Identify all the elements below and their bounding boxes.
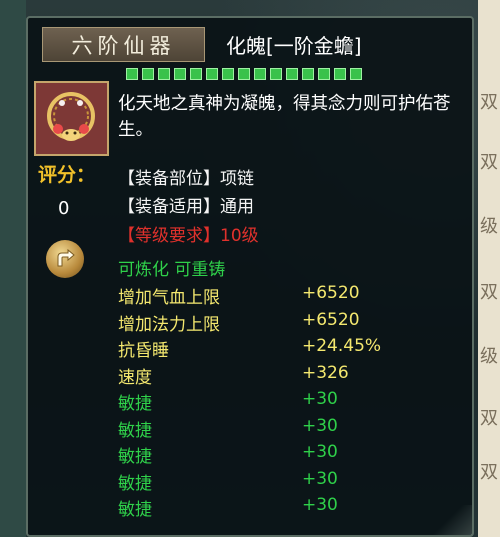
right-char: 级 [480,346,498,367]
usage-info: 【装备适用】通用 [118,197,254,217]
quality-segment [334,68,346,80]
stat-name: 敏捷 [118,420,152,441]
quality-segment [286,68,298,80]
right-side-panel: 双 双 级 双 级 双 双 [478,0,500,537]
stat-row: 增加法力上限 +6520 [118,310,458,335]
quality-segment [302,68,314,80]
stat-name: 抗昏睡 [118,341,169,361]
stat-name: 增加法力上限 [118,314,220,335]
stat-row: 增加气血上限 +6520 [118,283,458,308]
quality-segment [222,68,234,80]
stat-row: 敏捷 +30 [118,416,458,441]
stat-name: 敏捷 [118,394,152,414]
stat-row: 抗昏睡 +24.45% [118,336,458,361]
stat-name: 敏捷 [118,473,152,494]
stat-row: 敏捷 +30 [118,495,458,520]
stat-value: +326 [302,362,349,383]
quality-bar [126,68,362,80]
right-char: 级 [480,216,498,237]
quality-segment [206,68,218,80]
gold-toad-necklace-icon[interactable] [34,81,109,156]
stat-row: 敏捷 +30 [118,469,458,494]
stat-name: 敏捷 [118,500,152,520]
stat-value: +30 [302,495,338,515]
quality-segment [158,68,170,80]
right-char: 双 [480,462,498,483]
stat-value: +30 [302,389,338,409]
level-requirement: 【等级要求】10级 [118,226,259,246]
stat-value: +30 [302,442,338,462]
quality-segment [270,68,282,80]
stat-row: 速度 +326 [118,363,458,388]
item-tooltip-panel: 六阶仙器 化魄[一阶金蟾] 化天地之真神为凝魄，得其念力则可护佑苍生。 评分： … [26,16,474,537]
right-char: 双 [480,408,498,429]
share-icon[interactable] [46,240,84,278]
quality-segment [126,68,138,80]
quality-segment [350,68,362,80]
stat-value: +30 [302,415,338,436]
stat-value: +24.45% [302,336,382,356]
stat-value: +30 [302,468,338,489]
score-label: 评分： [38,164,96,186]
grade-tag: 六阶仙器 [42,27,205,62]
stat-value: +6520 [302,309,360,330]
refine-info: 可炼化 可重铸 [118,260,226,280]
stat-value: +6520 [302,283,360,303]
item-name: 化魄[一阶金蟾] [226,34,362,58]
left-panel-edge [0,0,26,537]
quality-segment [190,68,202,80]
slot-info: 【装备部位】项链 [118,169,254,189]
stat-row: 敏捷 +30 [118,442,458,467]
right-char: 双 [480,92,498,113]
stat-name: 敏捷 [118,447,152,467]
right-char: 双 [480,282,498,303]
corner-decoration [422,505,472,535]
right-char: 双 [480,152,498,173]
item-description: 化天地之真神为凝魄，得其念力则可护佑苍生。 [118,94,451,140]
quality-segment [238,68,250,80]
stat-name: 增加气血上限 [118,288,220,308]
quality-segment [318,68,330,80]
quality-segment [254,68,266,80]
quality-segment [142,68,154,80]
quality-segment [174,68,186,80]
stat-row: 敏捷 +30 [118,389,458,414]
stat-name: 速度 [118,367,152,388]
score-value: 0 [58,198,70,219]
